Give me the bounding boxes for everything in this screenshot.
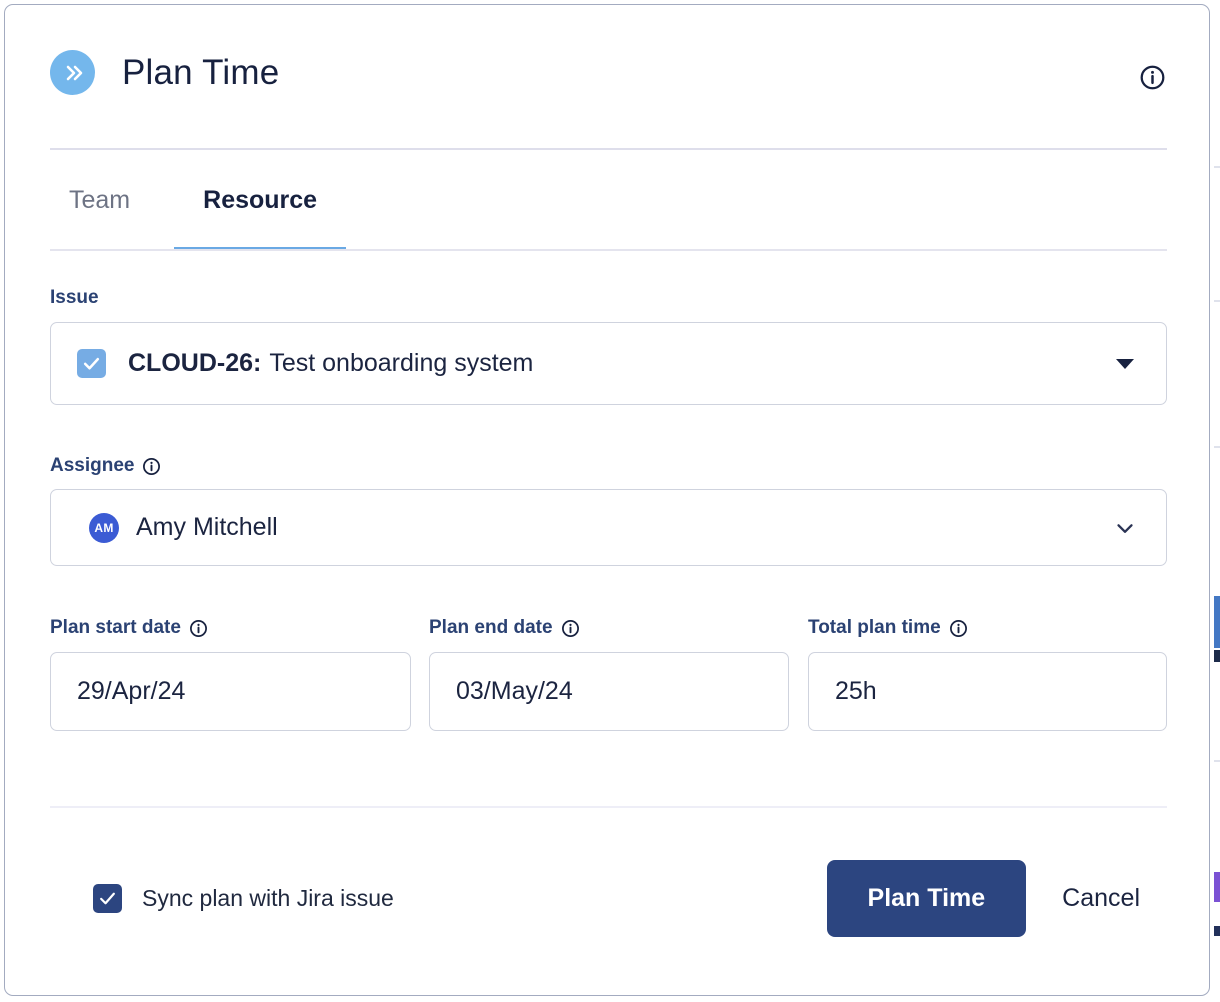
tab-resource-label: Resource [203, 186, 317, 215]
sync-plan-label: Sync plan with Jira issue [142, 885, 394, 912]
background-dark-bar [1214, 650, 1220, 662]
assignee-value: Amy Mitchell [136, 513, 278, 542]
info-icon[interactable] [561, 619, 580, 638]
plan-time-dialog: Plan Time Team Resource Issue [4, 4, 1210, 996]
background-content-strip [1214, 0, 1220, 1002]
plan-time-button[interactable]: Plan Time [827, 860, 1027, 937]
background-row-divider [1214, 446, 1220, 448]
tab-team[interactable]: Team [50, 173, 149, 251]
footer-divider [50, 806, 1167, 808]
total-plan-time-label-text: Total plan time [808, 617, 941, 639]
tab-resource[interactable]: Resource [174, 173, 346, 251]
assignee-label: Assignee [50, 455, 161, 477]
sync-plan-checkbox-row[interactable]: Sync plan with Jira issue [93, 884, 394, 913]
plan-end-date-input[interactable]: 03/May/24 [429, 652, 789, 731]
background-navy-bar [1214, 926, 1220, 936]
info-icon[interactable] [189, 619, 208, 638]
header-divider [50, 148, 1167, 150]
avatar: AM [89, 513, 119, 543]
background-row-divider [1214, 760, 1220, 762]
total-plan-time-label: Total plan time [808, 617, 968, 639]
info-icon[interactable] [142, 457, 161, 476]
task-check-icon [77, 349, 106, 378]
plan-end-date-label-text: Plan end date [429, 617, 553, 639]
caret-down-icon[interactable] [1116, 359, 1134, 369]
issue-value: CLOUD-26: Test onboarding system [128, 349, 533, 378]
page-title: Plan Time [122, 53, 279, 93]
dialog-actions: Plan Time Cancel [827, 860, 1140, 937]
total-plan-time-input[interactable]: 25h [808, 652, 1167, 731]
issue-label-text: Issue [50, 287, 99, 309]
cancel-button[interactable]: Cancel [1062, 884, 1140, 913]
issue-summary: Test onboarding system [269, 349, 533, 377]
background-blue-bar [1214, 596, 1220, 648]
tab-bar: Team Resource [50, 173, 1167, 251]
background-purple-bar [1214, 872, 1220, 902]
plan-start-date-label: Plan start date [50, 617, 208, 639]
issue-key: CLOUD-26: [128, 349, 261, 377]
plan-start-date-input[interactable]: 29/Apr/24 [50, 652, 411, 731]
issue-label: Issue [50, 287, 99, 309]
issue-select[interactable]: CLOUD-26: Test onboarding system [50, 322, 1167, 405]
chevron-down-icon[interactable] [1112, 515, 1138, 541]
sync-plan-checkbox[interactable] [93, 884, 122, 913]
info-icon[interactable] [1139, 64, 1166, 91]
plan-end-date-value: 03/May/24 [456, 677, 573, 706]
plan-end-date-label: Plan end date [429, 617, 580, 639]
tabs-divider [50, 249, 1167, 251]
background-row-divider [1214, 300, 1220, 302]
background-row-divider [1214, 166, 1220, 168]
assignee-select[interactable]: AM Amy Mitchell [50, 489, 1167, 566]
dialog-footer: Sync plan with Jira issue Plan Time Canc… [5, 850, 1209, 960]
assignee-label-text: Assignee [50, 455, 134, 477]
info-icon[interactable] [949, 619, 968, 638]
total-plan-time-value: 25h [835, 677, 877, 706]
plan-start-date-label-text: Plan start date [50, 617, 181, 639]
dialog-title-row: Plan Time [50, 50, 279, 95]
plan-start-date-value: 29/Apr/24 [77, 677, 185, 706]
double-chevron-right-icon [50, 50, 95, 95]
dialog-header: Plan Time [5, 5, 1209, 148]
